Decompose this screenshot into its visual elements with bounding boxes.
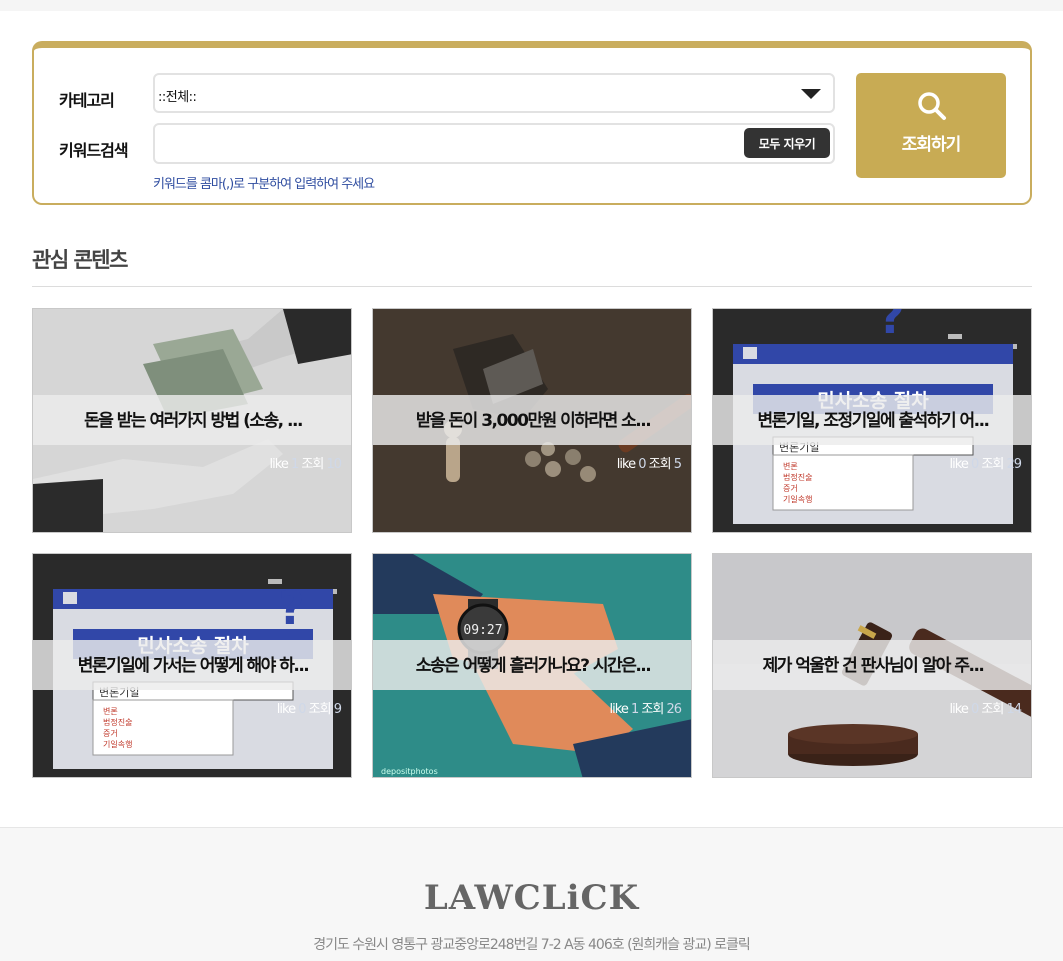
card-title: 돈을 받는 여러가지 방법 (소송, ...: [84, 411, 303, 431]
search-panel: 카테고리 ::전체:: 키워드검색 모두 지우기 키워드를 콤마(,)로 구분하…: [32, 41, 1032, 205]
svg-text:?: ?: [878, 309, 905, 344]
category-select[interactable]: ::전체::: [153, 73, 835, 113]
svg-text:증거: 증거: [783, 484, 798, 493]
content-card[interactable]: ? 민사소송 절차 변론기일 변론 법정진술 증거 기일속행 변론기일에 가서는…: [32, 553, 352, 778]
footer-address: 경기도 수원시 영통구 광교중앙로248번길 7-2 A동 406호 (원희캐슬…: [313, 937, 751, 953]
section-divider: [32, 286, 1032, 287]
keyword-label: 키워드검색: [59, 141, 129, 160]
card-stats: like 0 조회 5: [616, 457, 682, 472]
category-label: 카테고리: [59, 91, 115, 110]
svg-text:09:27: 09:27: [463, 623, 502, 638]
svg-text:기일속행: 기일속행: [103, 739, 132, 749]
svg-text:기일속행: 기일속행: [783, 494, 812, 504]
card-title: 변론기일, 조정기일에 출석하기 어...: [757, 411, 990, 431]
card-stats: like 1 조회 10: [269, 457, 342, 472]
card-stats: like 1 조회 26: [609, 702, 682, 717]
card-title: 제가 억울한 건 판사님이 알아 주...: [762, 656, 985, 676]
content-card[interactable]: 제가 억울한 건 판사님이 알아 주... like 0 조회 14: [712, 553, 1032, 778]
card-title: 소송은 어떻게 흘러가나요? 시간은...: [415, 656, 652, 676]
svg-text:법정진술: 법정진술: [783, 472, 812, 482]
card-stats: like 0 조회 9: [276, 702, 342, 717]
search-icon: [918, 92, 946, 120]
keyword-input[interactable]: [153, 123, 835, 164]
svg-text:depositphotos: depositphotos: [381, 767, 438, 776]
section-title: 관심 콘텐츠: [32, 248, 128, 272]
svg-text:변론: 변론: [783, 461, 798, 471]
content-card[interactable]: 09:27 depositphotos 소송은 어떻게 흘러가나요? 시간은..…: [372, 553, 692, 778]
card-title: 변론기일에 가서는 어떻게 해야 하...: [77, 656, 310, 676]
content-card[interactable]: 돈을 받는 여러가지 방법 (소송, ... like 1 조회 10: [32, 308, 352, 533]
card-stats: like 0 조회 29: [949, 457, 1022, 472]
footer: LAWCLiCK 경기도 수원시 영통구 광교중앙로248번길 7-2 A동 4…: [0, 827, 1063, 961]
search-button[interactable]: 조회하기: [856, 73, 1006, 178]
clear-all-button[interactable]: 모두 지우기: [744, 128, 830, 158]
content-card[interactable]: 받을 돈이 3,000만원 이하라면 소... like 0 조회 5: [372, 308, 692, 533]
card-stats: like 0 조회 14: [949, 702, 1022, 717]
svg-text:변론: 변론: [103, 706, 118, 716]
svg-text:법정진술: 법정진술: [103, 717, 132, 727]
footer-logo[interactable]: LAWCLiCK: [0, 878, 1063, 918]
keyword-hint: 키워드를 콤마(,)로 구분하여 입력하여 주세요: [153, 177, 375, 192]
card-title: 받을 돈이 3,000만원 이하라면 소...: [415, 411, 652, 431]
content-card[interactable]: ? 민사소송 절차 변론기일 변론 법정진술 증거 기일속행 변론기일, 조정기…: [712, 308, 1032, 533]
svg-text:증거: 증거: [103, 729, 118, 738]
category-selected-value: ::전체::: [158, 90, 197, 105]
chevron-down-icon: [801, 89, 821, 99]
top-bar: [0, 0, 1063, 11]
svg-text:?: ?: [278, 581, 305, 635]
search-button-label: 조회하기: [901, 135, 962, 155]
